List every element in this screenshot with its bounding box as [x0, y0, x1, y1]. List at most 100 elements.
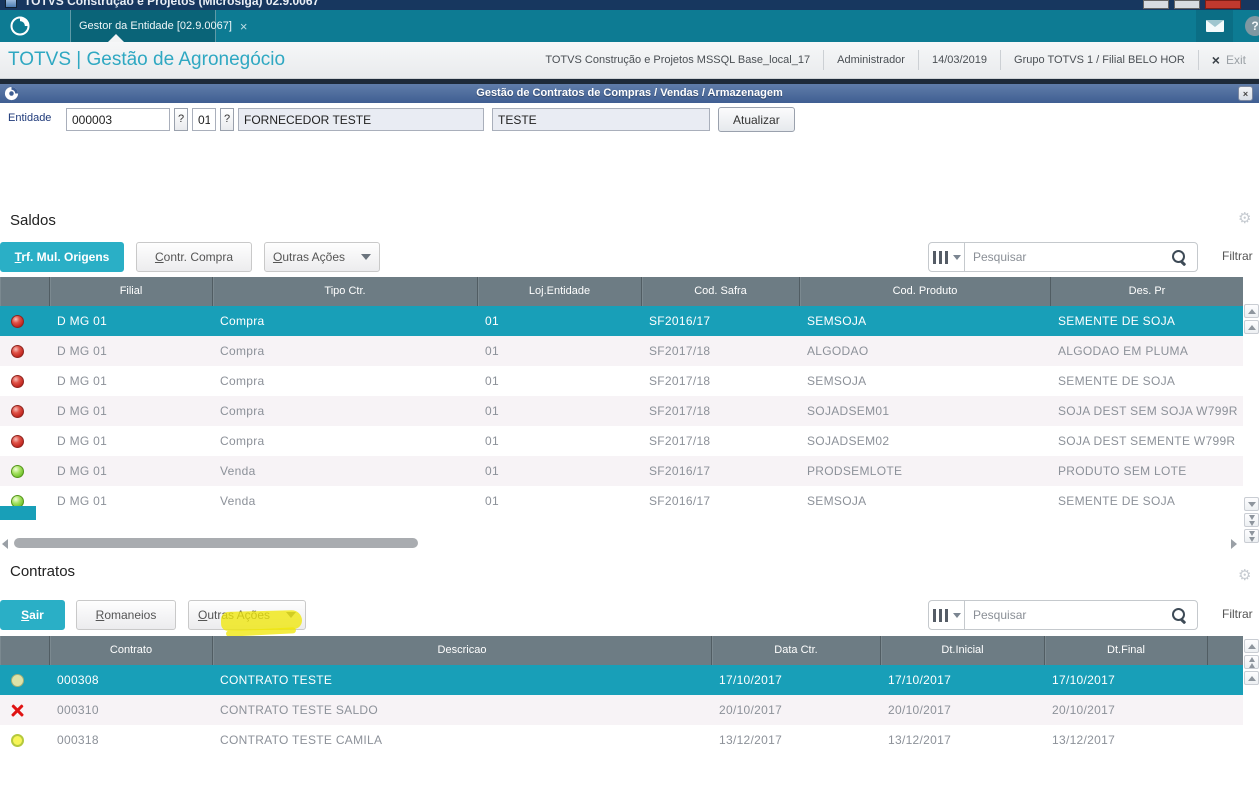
table-cell: SEMENTE DE SOJA: [1058, 494, 1176, 508]
saldos-section-title: Saldos: [10, 212, 56, 229]
table-cell: CONTRATO TESTE CAMILA: [220, 733, 383, 747]
column-header[interactable]: [0, 277, 50, 306]
column-header[interactable]: Data Ctr.: [712, 636, 881, 665]
table-row[interactable]: D MG 01 Compra 01 SF2017/18 SOJADSEM02 SOJA D…: [0, 426, 1243, 456]
contratos-table-header: Contrato Descricao Data Ctr. Dt.Inicial …: [0, 636, 1243, 665]
minimize-button[interactable]: [1143, 0, 1169, 9]
column-header[interactable]: Loj.Entidade: [478, 277, 642, 306]
red-ball-icon: [11, 434, 24, 448]
app-header: TOTVS | Gestão de Agronegócio TOTVS Cons…: [0, 42, 1259, 79]
table-cell: Venda: [220, 494, 256, 508]
panel-title: Gestão de Contratos de Compras / Vendas …: [476, 87, 783, 99]
romaneios-button[interactable]: Romaneios: [76, 600, 176, 630]
contr-compra-button[interactable]: Contr. Compra: [136, 242, 252, 272]
refresh-button[interactable]: Atualizar: [718, 107, 795, 132]
window-titlebar: TOTVS Construção e Projetos (Microsiga) …: [0, 0, 1259, 10]
exit-label: Exit: [1225, 53, 1246, 67]
store-code-input[interactable]: [192, 108, 216, 131]
entity-label: Entidade: [8, 112, 52, 124]
entity-form: Entidade ? ? Atualizar: [0, 103, 1259, 133]
column-header[interactable]: [0, 636, 50, 665]
settings-gear-icon[interactable]: ⚙: [1238, 211, 1251, 226]
table-cell: SF2017/18: [649, 434, 711, 448]
scroll-up-button[interactable]: [1244, 304, 1259, 318]
dropdown-arrow-icon: [286, 612, 297, 618]
maximize-button[interactable]: [1174, 0, 1200, 9]
saldos-outras-acoes-button[interactable]: Outras Ações: [264, 242, 380, 272]
table-cell: 17/10/2017: [1052, 673, 1116, 687]
table-row[interactable]: D MG 01 Compra 01 SF2017/18 ALGODAO ALGODAO E…: [0, 336, 1243, 366]
scroll-up-button[interactable]: [1244, 320, 1259, 334]
contratos-table-body: 000308 CONTRATO TESTE 17/10/2017 17/10/2017…: [0, 665, 1243, 755]
scroll-up-button[interactable]: [1244, 639, 1259, 653]
table-cell: SOJA DEST SEM SOJA W799R: [1058, 404, 1238, 418]
row-status-cell: [0, 695, 50, 725]
table-cell: SF2016/17: [649, 494, 711, 508]
entity-lookup-button[interactable]: ?: [174, 108, 188, 131]
table-row[interactable]: 000318 CONTRATO TESTE CAMILA 13/12/2017 13/…: [0, 725, 1243, 755]
trf-mul-origens-button[interactable]: Trf. Mul. Origens: [0, 242, 124, 272]
row-status-cell: [0, 665, 50, 695]
hscroll-left-button[interactable]: [2, 539, 8, 549]
table-row[interactable]: D MG 01 Venda 01 SF2016/17 SEMSOJA SEMENTE DE…: [0, 486, 1243, 516]
help-icon[interactable]: ?: [1245, 16, 1259, 36]
user-name: Administrador: [823, 50, 918, 70]
saldos-search-control: [928, 242, 1198, 272]
table-row[interactable]: D MG 01 Venda 01 SF2016/17 PRODSEMLOTE PRODUT…: [0, 456, 1243, 486]
sair-button[interactable]: Sair: [0, 600, 65, 630]
scroll-page-up-button[interactable]: [1244, 655, 1259, 669]
table-row[interactable]: D MG 01 Compra 01 SF2017/18 SEMSOJA SEMENTE D…: [0, 366, 1243, 396]
tab-gestor-da-entidade[interactable]: Gestor da Entidade [02.9.0067] ×: [70, 10, 247, 42]
column-header[interactable]: Tipo Ctr.: [213, 277, 478, 306]
column-header[interactable]: Dt.Final: [1045, 636, 1208, 665]
table-cell: 01: [485, 464, 499, 478]
column-header[interactable]: Filial: [50, 277, 213, 306]
column-header[interactable]: Cod. Produto: [800, 277, 1051, 306]
saldos-section: Saldos ⚙ Trf. Mul. Origens Contr. Compra…: [0, 207, 1259, 558]
exit-button[interactable]: × Exit: [1197, 50, 1259, 70]
table-cell: D MG 01: [57, 404, 108, 418]
table-row[interactable]: D MG 01 Compra 01 SF2016/17 SEMSOJA SEMENTE D…: [0, 306, 1243, 336]
table-row[interactable]: 000308 CONTRATO TESTE 17/10/2017 17/10/2017…: [0, 665, 1243, 695]
hscroll-thumb[interactable]: [14, 538, 418, 548]
panel-close-button[interactable]: ×: [1238, 86, 1253, 101]
table-cell: D MG 01: [57, 314, 108, 328]
table-row[interactable]: 000310 CONTRATO TESTE SALDO 20/10/2017 20/1…: [0, 695, 1243, 725]
hscroll-right-button[interactable]: [1231, 539, 1237, 549]
saldos-vscroll-bottom: [1244, 497, 1259, 545]
column-header[interactable]: Dt.Inicial: [881, 636, 1045, 665]
column-header[interactable]: Descricao: [213, 636, 712, 665]
search-icon[interactable]: [1172, 607, 1187, 623]
contratos-search-input[interactable]: [965, 601, 1172, 629]
contratos-vscroll-top: [1244, 639, 1259, 687]
close-button[interactable]: [1205, 0, 1241, 9]
table-cell: 20/10/2017: [888, 703, 952, 717]
table-cell: 000310: [57, 703, 99, 717]
column-selector-icon[interactable]: [929, 243, 965, 271]
settings-gear-icon[interactable]: ⚙: [1238, 568, 1251, 583]
panel-titlebar: Gestão de Contratos de Compras / Vendas …: [0, 84, 1259, 103]
entity-code-input[interactable]: [66, 108, 170, 131]
table-cell: 000318: [57, 733, 99, 747]
scroll-down-button[interactable]: [1244, 497, 1259, 511]
store-lookup-button[interactable]: ?: [220, 108, 234, 131]
column-header[interactable]: Contrato: [50, 636, 213, 665]
table-row[interactable]: D MG 01 Compra 01 SF2017/18 SOJADSEM01 SOJA D…: [0, 396, 1243, 426]
column-header[interactable]: Cod. Safra: [642, 277, 800, 306]
table-cell: SEMSOJA: [807, 494, 867, 508]
contratos-outras-acoes-button[interactable]: Outras Ações: [188, 600, 306, 630]
environment-name: TOTVS Construção e Projetos MSSQL Base_l…: [545, 54, 811, 66]
scroll-page-down-button[interactable]: [1244, 513, 1259, 527]
column-header[interactable]: [1208, 636, 1243, 665]
saldos-search-input[interactable]: [965, 243, 1172, 271]
tab-close-icon[interactable]: ×: [240, 20, 248, 33]
column-selector-icon[interactable]: [929, 601, 965, 629]
scroll-page-down-button[interactable]: [1244, 529, 1259, 543]
contratos-filter-link[interactable]: Filtrar: [1222, 607, 1253, 621]
environment-info: TOTVS Construção e Projetos MSSQL Base_l…: [532, 42, 1259, 78]
column-header[interactable]: Des. Pr: [1051, 277, 1243, 306]
mail-icon[interactable]: [1196, 10, 1233, 42]
scroll-up-button[interactable]: [1244, 671, 1259, 685]
saldos-filter-link[interactable]: Filtrar: [1222, 249, 1253, 263]
search-icon[interactable]: [1172, 249, 1187, 265]
